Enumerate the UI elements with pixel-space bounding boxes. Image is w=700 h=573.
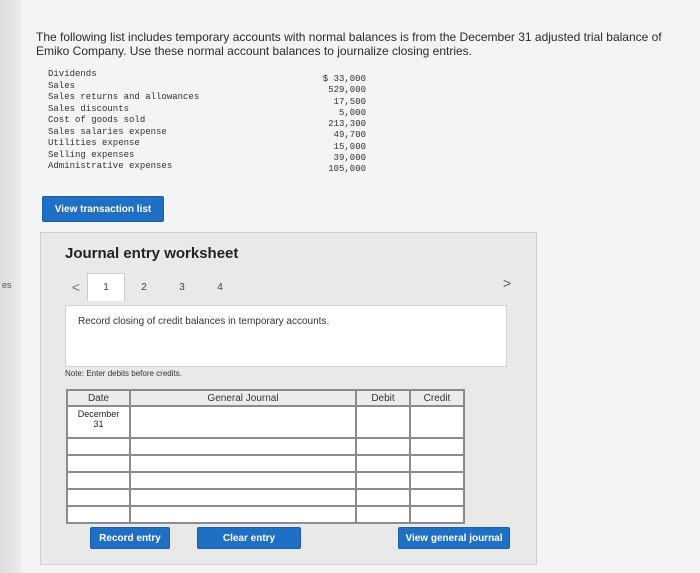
page-tab-1[interactable]: 1	[87, 273, 125, 301]
credit-cell[interactable]	[409, 405, 465, 439]
credit-header: Credit	[409, 389, 465, 407]
debit-cell[interactable]	[355, 437, 411, 456]
date-cell[interactable]	[66, 437, 131, 456]
account-amount: 5,000	[338, 107, 366, 118]
journal-table: Date General Journal Debit Credit Decemb…	[66, 389, 465, 524]
next-page-icon[interactable]: >	[503, 275, 511, 291]
credit-cell[interactable]	[409, 505, 465, 524]
date-cell[interactable]: December 31	[66, 405, 131, 439]
journal-row	[66, 437, 465, 456]
debit-cell[interactable]	[355, 471, 411, 490]
account-amount: 529,000	[328, 85, 366, 96]
page-tab-3[interactable]: 3	[163, 273, 201, 301]
account-cell[interactable]	[129, 405, 357, 439]
general-journal-header: General Journal	[129, 389, 357, 407]
account-amount: $ 33,000	[322, 74, 366, 84]
account-amount: 17,500	[333, 96, 366, 107]
page-tab-2[interactable]: 2	[125, 273, 163, 301]
side-label: es	[2, 280, 12, 290]
debit-cell[interactable]	[355, 505, 411, 524]
note-text: Note: Enter debits before credits.	[65, 369, 182, 378]
view-transaction-list-button[interactable]: View transaction list	[42, 196, 164, 222]
record-entry-button[interactable]: Record entry	[90, 527, 170, 549]
debit-cell[interactable]	[355, 405, 411, 439]
date-header: Date	[66, 389, 131, 407]
account-cell[interactable]	[129, 454, 357, 473]
journal-row	[66, 505, 465, 524]
credit-cell[interactable]	[409, 437, 465, 456]
account-amount: 213,300	[328, 119, 366, 130]
credit-cell[interactable]	[409, 488, 465, 507]
intro-text: The following list includes temporary ac…	[36, 30, 662, 58]
worksheet-title: Journal entry worksheet	[65, 245, 239, 262]
instruction-box: Record closing of credit balances in tem…	[65, 305, 507, 367]
journal-row	[66, 471, 465, 490]
worksheet-pager: < 1 2 3 4	[65, 273, 239, 301]
account-amount: 15,000	[333, 141, 366, 152]
journal-row: December 31	[66, 405, 465, 439]
account-cell[interactable]	[129, 471, 357, 490]
account-amount: 49,700	[333, 130, 366, 141]
account-cell[interactable]	[129, 437, 357, 456]
debit-header: Debit	[355, 389, 411, 407]
date-cell[interactable]	[66, 471, 131, 490]
clear-entry-button[interactable]: Clear entry	[197, 527, 301, 549]
journal-row	[66, 454, 465, 473]
date-cell[interactable]	[66, 488, 131, 507]
debit-cell[interactable]	[355, 488, 411, 507]
date-cell[interactable]	[66, 454, 131, 473]
journal-entry-worksheet: Journal entry worksheet < 1 2 3 4 > Reco…	[40, 232, 537, 565]
account-amount: 39,000	[333, 153, 366, 164]
accounts-amounts: $ 33,000 529,000 17,500 5,000 213,300 49,700 1…	[300, 74, 366, 176]
account-amount: 105,000	[328, 164, 366, 175]
date-cell[interactable]	[66, 505, 131, 524]
account-cell[interactable]	[129, 488, 357, 507]
page-tab-4[interactable]: 4	[201, 273, 239, 301]
account-cell[interactable]	[129, 505, 357, 524]
view-general-journal-button[interactable]: View general journal	[398, 527, 510, 549]
prev-page-icon[interactable]: <	[65, 279, 87, 295]
credit-cell[interactable]	[409, 454, 465, 473]
debit-cell[interactable]	[355, 454, 411, 473]
credit-cell[interactable]	[409, 471, 465, 490]
journal-row	[66, 488, 465, 507]
